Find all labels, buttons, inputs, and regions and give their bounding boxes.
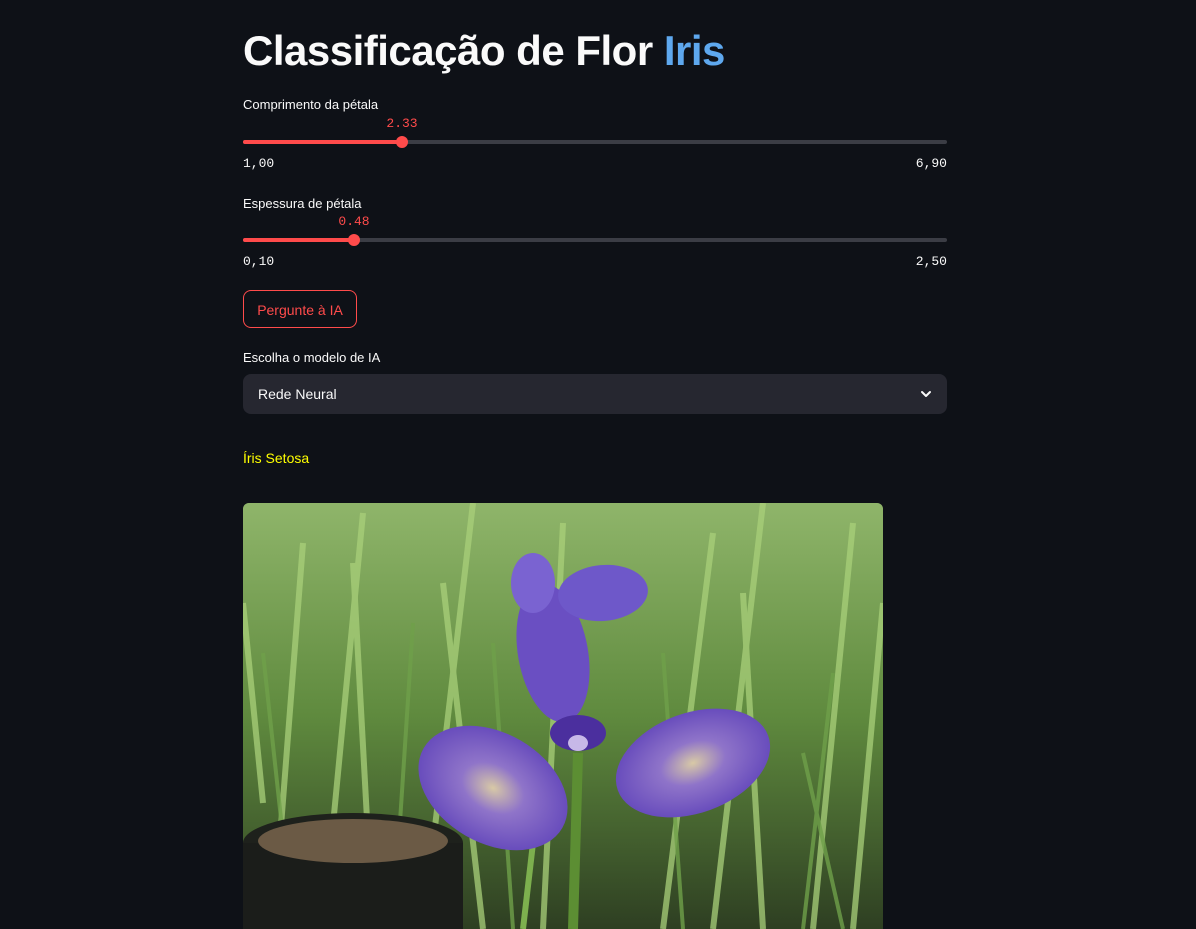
slider-fill <box>243 140 402 144</box>
petal-length-slider[interactable]: 2.33 1,00 6,90 <box>243 116 947 200</box>
iris-flower-picture <box>243 503 883 929</box>
petal-width-slider[interactable]: 0.48 0,10 2,50 <box>243 214 947 298</box>
page-title: Classificação de Flor Iris <box>243 27 725 75</box>
model-select-label: Escolha o modelo de IA <box>243 350 381 365</box>
slider-thumb[interactable] <box>396 136 408 148</box>
page-title-main: Classificação de Flor <box>243 27 664 74</box>
slider-max-label: 6,90 <box>915 156 947 171</box>
slider-value: 0.48 <box>338 214 370 229</box>
iris-flower-image <box>243 503 883 929</box>
model-select[interactable]: Rede Neural <box>243 374 947 414</box>
petal-length-label: Comprimento da pétala <box>243 97 379 112</box>
prediction-result: Íris Setosa <box>243 450 310 466</box>
slider-thumb[interactable] <box>348 234 360 246</box>
slider-value: 2.33 <box>386 116 418 131</box>
slider-fill <box>243 238 354 242</box>
slider-min-label: 1,00 <box>243 156 275 171</box>
chevron-down-icon[interactable] <box>919 387 933 401</box>
ask-ai-button[interactable]: Pergunte à IA <box>243 290 357 328</box>
slider-max-label: 2,50 <box>915 254 947 269</box>
model-select-value: Rede Neural <box>258 386 337 402</box>
slider-min-label: 0,10 <box>243 254 275 269</box>
page-title-accent: Iris <box>663 27 726 74</box>
petal-width-label: Espessura de pétala <box>243 196 362 211</box>
